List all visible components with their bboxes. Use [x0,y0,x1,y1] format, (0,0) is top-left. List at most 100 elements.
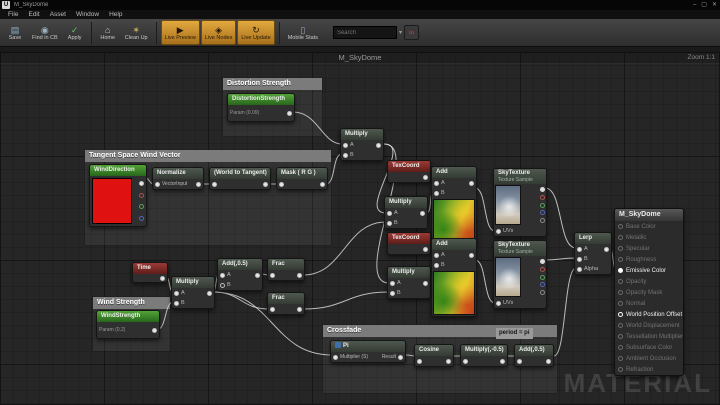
input-pin[interactable] [618,367,623,372]
input-pin-b[interactable] [387,221,392,226]
mask-node[interactable]: Mask ( R G ) [276,167,328,190]
pin-row-specular[interactable]: Specular [615,243,683,254]
live-nodes-toggle[interactable]: ◈ Live Nodes [201,20,237,45]
input-pin-a[interactable] [387,211,392,216]
input-pin[interactable] [618,356,623,361]
multiply-neg-half-node[interactable]: Multiply(,-0.5) [460,344,508,367]
wind-strength-param-node[interactable]: WindStrength Param (0.2) [96,310,160,339]
minimize-button[interactable]: – [693,0,696,10]
output-pin[interactable] [320,182,325,187]
input-pin-uvs[interactable] [496,229,501,234]
input-pin[interactable] [517,359,522,364]
add-node[interactable]: Add A B [431,166,477,245]
clean-up-button[interactable]: ✶ Clean Up [121,20,152,45]
pin-row-roughness[interactable]: Roughness [615,254,683,265]
sky-texture-node[interactable]: SkyTexture Texture Sample UVs [493,168,547,237]
output-pin[interactable] [263,182,268,187]
output-pin-a[interactable] [540,290,545,295]
output-pin-r[interactable] [139,193,144,198]
output-pin-rgb[interactable] [540,259,545,264]
multiply-node[interactable]: Multiply A B [171,276,215,309]
sky-texture-node[interactable]: SkyTexture Texture Sample UVs [493,240,547,309]
output-pin[interactable] [469,253,474,258]
output-pin[interactable] [423,281,428,286]
output-pin[interactable] [297,307,302,312]
output-pin-g[interactable] [139,204,144,209]
output-pin[interactable] [207,291,212,296]
input-pin-b[interactable] [174,301,179,306]
output-pin-a[interactable] [540,218,545,223]
pin-row-metallic[interactable]: Metallic [615,232,683,243]
apply-button[interactable]: ✓ Apply [63,20,87,45]
wind-direction-param-node[interactable]: WindDirection [89,164,147,227]
menu-help[interactable]: Help [104,10,127,19]
output-pin-rgb[interactable] [540,187,545,192]
period-pi-note[interactable]: period = pi [496,328,533,339]
home-button[interactable]: ⌂ Home [96,20,120,45]
pin-row-ambient-occlusion[interactable]: Ambient Occlusion [615,353,683,364]
frac-node[interactable]: Frac [267,258,305,281]
output-pin[interactable] [604,247,609,252]
output-pin[interactable] [423,247,428,252]
input-pin[interactable] [212,182,217,187]
input-pin-b[interactable] [434,263,439,268]
output-pin[interactable] [196,182,201,187]
input-pin[interactable] [279,182,284,187]
menu-asset[interactable]: Asset [45,10,71,19]
lerp-node[interactable]: Lerp A B Alpha [574,232,612,275]
input-pin-a[interactable] [220,273,225,278]
output-pin[interactable] [420,211,425,216]
pin-row-subsurface-color[interactable]: Subsurface Color [615,342,683,353]
input-pin-b[interactable] [434,191,439,196]
pin-row-world-displacement[interactable]: World Displacement [615,320,683,331]
input-pin[interactable] [618,345,623,350]
find-in-cb-button[interactable]: ◉ Find in CB [28,20,62,45]
main-material-node[interactable]: M_SkyDome Base Color Metallic Specular R… [614,208,684,376]
pin-row-tessellation-multiplier[interactable]: Tessellation Multiplier [615,331,683,342]
graph-canvas[interactable]: M_SkyDome Zoom 1:1 MATERIAL [0,52,720,405]
input-pin-b[interactable] [343,153,348,158]
input-pin[interactable] [618,279,623,284]
close-button[interactable]: ✕ [712,0,717,10]
menu-window[interactable]: Window [71,10,104,19]
output-pin[interactable] [297,273,302,278]
output-pin-b[interactable] [139,216,144,221]
input-pin-a[interactable] [390,281,395,286]
input-pin-multiplier[interactable] [333,355,338,360]
output-pin-b[interactable] [540,282,545,287]
menu-edit[interactable]: Edit [23,10,44,19]
live-update-toggle[interactable]: ↻ Live Update [237,20,274,45]
input-pin[interactable] [463,359,468,364]
search-input[interactable] [333,26,397,39]
frac-node[interactable]: Frac [267,292,305,315]
output-pin[interactable] [287,111,292,116]
output-pin-rgb[interactable] [139,181,144,186]
pin-row-world-position-offset[interactable]: World Position Offset [615,309,683,320]
save-button[interactable]: ▤ Save [3,20,27,45]
multiply-node[interactable]: Multiply A B [340,128,384,161]
pin-row-base-color[interactable]: Base Color [615,221,683,232]
texcoord-node[interactable]: TexCoord [387,160,431,183]
input-pin[interactable] [618,246,623,251]
pin-row-opacity-mask[interactable]: Opacity Mask [615,287,683,298]
output-pin[interactable] [446,359,451,364]
add-node[interactable]: Add A B [431,238,477,317]
add-half-node[interactable]: Add(,0.5) [514,344,554,367]
input-pin[interactable] [618,268,623,273]
input-pin[interactable] [155,182,160,187]
input-pin-a[interactable] [577,247,582,252]
output-pin[interactable] [398,355,403,360]
input-pin[interactable] [618,224,623,229]
input-pin[interactable] [618,312,623,317]
output-pin[interactable] [152,328,157,333]
output-pin[interactable] [469,181,474,186]
input-pin-b[interactable] [577,257,582,262]
output-pin[interactable] [160,276,165,281]
time-node[interactable]: Time [132,262,168,283]
input-pin[interactable] [618,301,623,306]
chevron-down-icon[interactable]: ▾ [399,29,402,36]
input-pin[interactable] [270,273,275,278]
input-pin-b[interactable] [220,283,225,288]
input-pin[interactable] [618,257,623,262]
cosine-node[interactable]: Cosine [414,344,454,367]
